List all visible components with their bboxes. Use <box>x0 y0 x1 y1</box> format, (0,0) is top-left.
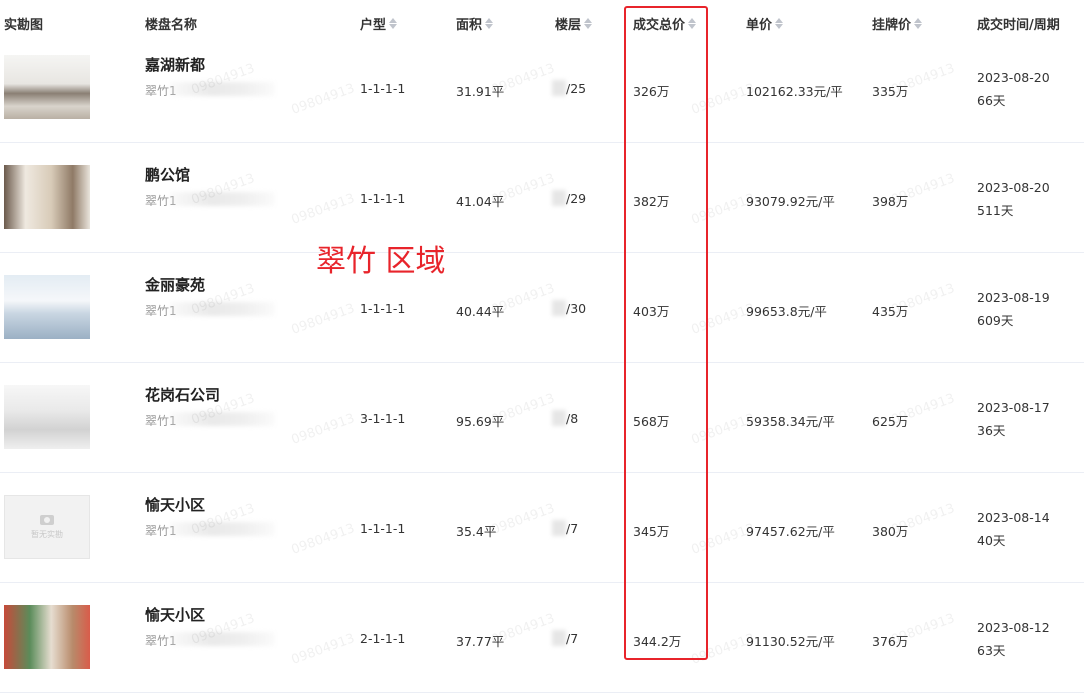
table-row[interactable]: 鹏公馆 翠竹1 1-1-1-1 41.04平 /29 382万 93079.92… <box>0 142 1084 253</box>
listing-price-value: 335万 <box>872 84 909 99</box>
transaction-table: 实勘图 楼盘名称 户型 面积 楼层 成交总价 单价 挂牌价 成交时间/周期 嘉湖… <box>0 0 1084 693</box>
estate-name[interactable]: 花岗石公司 <box>145 384 220 405</box>
redacted-address <box>170 632 275 646</box>
header-name: 楼盘名称 <box>145 18 198 33</box>
redacted-floor <box>552 300 566 316</box>
listing-photo[interactable] <box>4 385 90 449</box>
table-row[interactable]: 愉天小区 翠竹1 2-1-1-1 37.77平 /7 344.2万 91130.… <box>0 582 1084 693</box>
unit-price-value: 93079.92元/平 <box>746 194 835 209</box>
redacted-floor <box>552 630 566 646</box>
deal-date-value: 2023-08-17 <box>977 400 1050 415</box>
area-value: 37.77平 <box>456 634 505 649</box>
layout-value: 1-1-1-1 <box>360 521 406 536</box>
watermark-text: 09804913 <box>489 501 557 538</box>
area-value: 41.04平 <box>456 194 505 209</box>
unit-price-value: 91130.52元/平 <box>746 634 835 649</box>
redacted-floor <box>552 80 566 96</box>
redacted-address <box>170 522 275 536</box>
deal-cycle-value: 609天 <box>977 313 1014 328</box>
header-floor[interactable]: 楼层 <box>555 14 593 33</box>
deal-date-value: 2023-08-20 <box>977 70 1050 85</box>
listing-photo[interactable] <box>4 165 90 229</box>
estate-name[interactable]: 嘉湖新都 <box>145 54 205 75</box>
layout-value: 1-1-1-1 <box>360 301 406 316</box>
redacted-floor <box>552 410 566 426</box>
estate-name[interactable]: 愉天小区 <box>145 494 205 515</box>
floor-value: /29 <box>566 191 587 206</box>
sort-icon[interactable] <box>389 18 398 29</box>
deal-cycle-value: 36天 <box>977 423 1006 438</box>
layout-value: 1-1-1-1 <box>360 81 406 96</box>
floor-value: /7 <box>566 521 579 536</box>
header-layout[interactable]: 户型 <box>360 14 398 33</box>
redacted-floor <box>552 520 566 536</box>
unit-price-value: 97457.62元/平 <box>746 524 835 539</box>
header-area[interactable]: 面积 <box>456 14 494 33</box>
watermark-text: 09804913 <box>289 191 357 228</box>
header-photo: 实勘图 <box>4 18 44 33</box>
unit-price-value: 59358.34元/平 <box>746 414 835 429</box>
layout-value: 3-1-1-1 <box>360 411 406 426</box>
region-annotation: 翠竹 区域 <box>316 244 446 279</box>
listing-photo[interactable] <box>4 55 90 119</box>
table-row[interactable]: 花岗石公司 翠竹1 3-1-1-1 95.69平 /8 568万 59358.3… <box>0 362 1084 473</box>
table-row[interactable]: 暂无实勘 愉天小区 翠竹1 1-1-1-1 35.4平 /7 345万 9745… <box>0 472 1084 583</box>
total-price-highlight-box <box>624 6 708 660</box>
header-deal-time: 成交时间/周期 <box>977 18 1060 33</box>
deal-date-value: 2023-08-19 <box>977 290 1050 305</box>
sort-icon[interactable] <box>775 18 784 29</box>
deal-cycle-value: 511天 <box>977 203 1014 218</box>
deal-date-value: 2023-08-12 <box>977 620 1050 635</box>
sort-icon[interactable] <box>485 18 494 29</box>
sort-icon[interactable] <box>914 18 923 29</box>
watermark-text: 09804913 <box>289 631 357 668</box>
deal-cycle-value: 40天 <box>977 533 1006 548</box>
sort-icon[interactable] <box>584 18 593 29</box>
area-value: 40.44平 <box>456 304 505 319</box>
deal-cycle-value: 66天 <box>977 93 1006 108</box>
floor-value: /25 <box>566 81 587 96</box>
area-value: 95.69平 <box>456 414 505 429</box>
table-row[interactable]: 金丽豪苑 翠竹1 1-1-1-1 40.44平 /30 403万 99653.8… <box>0 252 1084 363</box>
deal-date-value: 2023-08-20 <box>977 180 1050 195</box>
redacted-address <box>170 82 275 96</box>
deal-date-value: 2023-08-14 <box>977 510 1050 525</box>
estate-name[interactable]: 愉天小区 <box>145 604 205 625</box>
floor-value: /30 <box>566 301 587 316</box>
area-value: 31.91平 <box>456 84 505 99</box>
listing-price-value: 625万 <box>872 414 909 429</box>
estate-name[interactable]: 金丽豪苑 <box>145 274 205 295</box>
no-photo-text: 暂无实勘 <box>31 529 63 539</box>
listing-price-value: 398万 <box>872 194 909 209</box>
redacted-address <box>170 192 275 206</box>
floor-value: /7 <box>566 631 579 646</box>
header-unit[interactable]: 单价 <box>746 14 784 33</box>
floor-value: /8 <box>566 411 579 426</box>
watermark-text: 09804913 <box>289 411 357 448</box>
listing-price-value: 380万 <box>872 524 909 539</box>
redacted-address <box>170 302 275 316</box>
unit-price-value: 102162.33元/平 <box>746 84 843 99</box>
redacted-floor <box>552 190 566 206</box>
listing-price-value: 376万 <box>872 634 909 649</box>
watermark-text: 09804913 <box>289 81 357 118</box>
no-photo-placeholder: 暂无实勘 <box>4 495 90 559</box>
camera-icon <box>40 514 54 525</box>
layout-value: 1-1-1-1 <box>360 191 406 206</box>
watermark-text: 09804913 <box>289 301 357 338</box>
header-listing[interactable]: 挂牌价 <box>872 14 923 33</box>
table-row[interactable]: 嘉湖新都 翠竹1 1-1-1-1 31.91平 /25 326万 102162.… <box>0 32 1084 143</box>
redacted-address <box>170 412 275 426</box>
layout-value: 2-1-1-1 <box>360 631 406 646</box>
area-value: 35.4平 <box>456 524 497 539</box>
watermark-text: 09804913 <box>289 521 357 558</box>
estate-name[interactable]: 鹏公馆 <box>145 164 190 185</box>
listing-photo[interactable] <box>4 275 90 339</box>
deal-cycle-value: 63天 <box>977 643 1006 658</box>
unit-price-value: 99653.8元/平 <box>746 304 827 319</box>
table-header: 实勘图 楼盘名称 户型 面积 楼层 成交总价 单价 挂牌价 成交时间/周期 <box>0 0 1084 33</box>
listing-price-value: 435万 <box>872 304 909 319</box>
listing-photo[interactable] <box>4 605 90 669</box>
